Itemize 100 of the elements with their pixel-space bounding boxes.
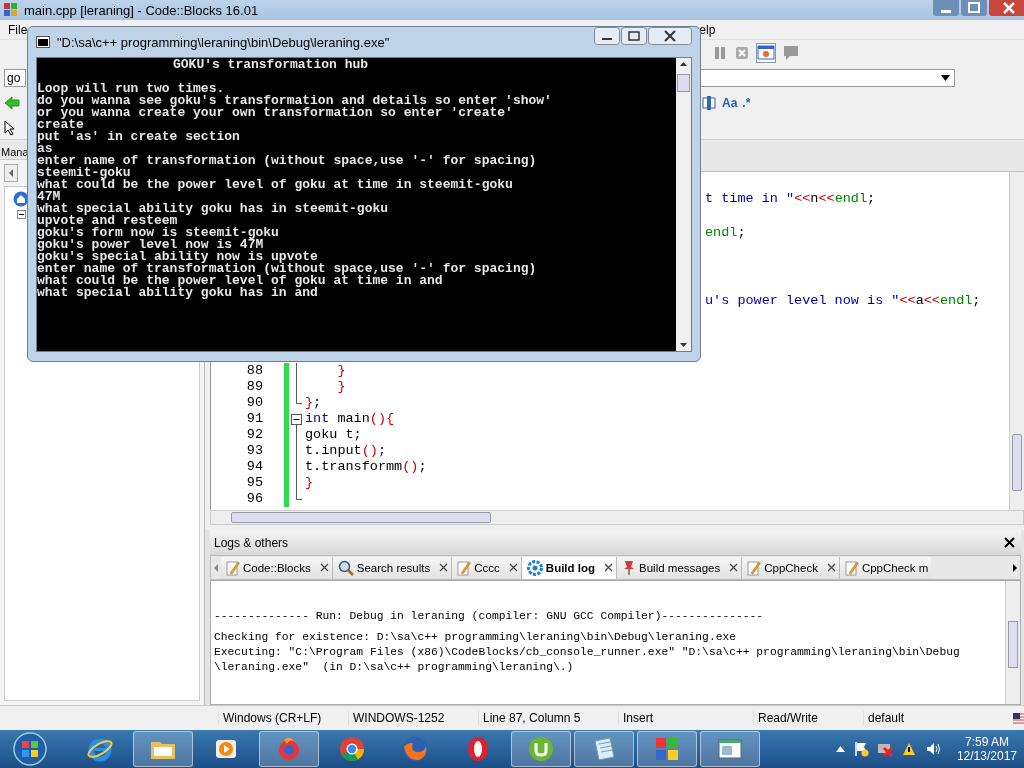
- combo-box[interactable]: go: [4, 68, 26, 87]
- vertical-scrollbar[interactable]: [676, 58, 691, 351]
- close-icon[interactable]: [319, 563, 329, 572]
- console-line: what special ability goku has in and: [37, 287, 318, 299]
- close-icon[interactable]: [826, 563, 836, 572]
- taskbar-button[interactable]: [511, 731, 571, 767]
- code-line: int main(){: [305, 411, 395, 427]
- console-line: or you wanna create your own transformation so enter 'create': [37, 107, 514, 119]
- console-line: goku's form now is steemit-goku: [37, 227, 280, 239]
- vertical-scrollbar[interactable]: [1005, 581, 1020, 704]
- taskbar-button[interactable]: [700, 731, 760, 767]
- scroll-left-icon[interactable]: [4, 164, 18, 182]
- log-tab[interactable]: CppCheck: [742, 556, 840, 579]
- vertical-scrollbar[interactable]: [1009, 172, 1024, 510]
- code-line: u's power level now is "<<a<<endl;: [705, 292, 982, 309]
- show-hidden-icons-icon[interactable]: [835, 746, 845, 752]
- flag-icon: [1013, 712, 1024, 724]
- console-line: create: [37, 119, 84, 131]
- code-line: }: [336, 363, 346, 379]
- scrollbar-thumb[interactable]: [1008, 621, 1018, 668]
- debug-window-icon[interactable]: [756, 42, 776, 63]
- taskbar-button[interactable]: [637, 731, 697, 767]
- code-line: };: [305, 395, 322, 411]
- console-line: upvote and resteem: [37, 215, 178, 227]
- console-line: what could be the power level of goku at time in steemit-goku: [37, 179, 514, 191]
- console-line: do you wanna see goku's transformation and details so enter 'show': [37, 95, 553, 107]
- collapse-icon[interactable]: [17, 210, 26, 219]
- taskbar-button[interactable]: [574, 731, 634, 767]
- pencil-icon: [457, 559, 472, 576]
- close-icon[interactable]: [648, 27, 692, 45]
- console-heading: GOKU's transformation hub: [172, 59, 370, 71]
- log-tab[interactable]: Cccc: [452, 556, 522, 579]
- log-tab[interactable]: Code::Blocks: [221, 556, 333, 579]
- horizontal-scrollbar[interactable]: [210, 510, 1024, 525]
- close-icon[interactable]: [439, 563, 449, 572]
- start-button[interactable]: [10, 731, 50, 767]
- clock-date: 12/13/2017: [956, 749, 1017, 763]
- close-icon[interactable]: [729, 563, 739, 572]
- menu-item[interactable]: File: [8, 22, 28, 37]
- log-tab[interactable]: Search results: [332, 556, 453, 579]
- search-icon: [337, 559, 354, 576]
- fox-globe-icon: [401, 735, 429, 763]
- minimize-icon[interactable]: [594, 27, 620, 45]
- console-line: enter name of transformation (without space,use '-' for spacing): [37, 263, 538, 275]
- log-line: \leraning.exe" (in D:\sa\c++ programming\leraning\.): [214, 660, 575, 675]
- workspace-icon[interactable]: [13, 191, 29, 207]
- console-icon: [36, 36, 50, 48]
- log-line: Checking for existence: D:\sa\c++ programming\leraning\bin\Debug\leraning.exe: [214, 630, 737, 645]
- code-line: endl;: [705, 224, 747, 241]
- console-line: as: [37, 143, 53, 155]
- search-option-button[interactable]: Aa: [722, 95, 738, 110]
- console-line: put 'as' in create section: [37, 131, 241, 143]
- close-icon[interactable]: [604, 563, 614, 572]
- cursor-icon[interactable]: [4, 119, 16, 136]
- close-icon[interactable]: [508, 563, 518, 572]
- clock-time: 7:59 AM: [964, 735, 1009, 749]
- code-line: goku t;: [305, 427, 362, 443]
- gear-icon: [526, 559, 543, 576]
- scrollbar-thumb[interactable]: [1012, 434, 1022, 491]
- status-field: Line 87, Column 5: [478, 711, 618, 725]
- chrome-icon: [338, 735, 366, 763]
- clock[interactable]: 7:59 AM 12/13/2017: [956, 735, 1017, 763]
- console-line: what could be the power level of goku at time in and: [37, 275, 444, 287]
- scrollbar-thumb[interactable]: [677, 74, 690, 92]
- back-arrow-icon[interactable]: [4, 95, 20, 110]
- console-line: 47M: [37, 191, 61, 203]
- console-line: goku's special ability now is upvote: [37, 251, 318, 263]
- code-line: t.transformm();: [305, 459, 427, 475]
- code-line: }: [305, 475, 314, 491]
- highlight-icon[interactable]: [701, 94, 717, 111]
- pencil-icon: [747, 559, 762, 576]
- flag-icon[interactable]: [852, 741, 869, 757]
- console-line: Loop will run two times.: [37, 83, 225, 95]
- close-icon[interactable]: [1004, 537, 1015, 548]
- code-line: t.input();: [305, 443, 387, 459]
- status-field: Read/Write: [753, 711, 863, 725]
- panel-title: Logs & others: [214, 535, 289, 550]
- console-line: goku's power level now is 47M: [37, 239, 264, 251]
- window-title: "D:\sa\c++ programming\leraning\bin\Debug\leraning.exe": [57, 34, 390, 50]
- log-tab[interactable]: CppCheck m: [839, 556, 932, 579]
- taskbar-button[interactable]: [133, 731, 193, 767]
- menu-item[interactable]: elp: [699, 22, 716, 37]
- fold-icon[interactable]: [291, 411, 302, 428]
- log-tab[interactable]: Build log: [521, 556, 618, 579]
- scrollbar-thumb[interactable]: [231, 512, 491, 523]
- window-title: main.cpp [leraning] - Code::Blocks 16.01: [24, 2, 259, 18]
- maximize-icon[interactable]: [961, 0, 987, 16]
- app-icon: [4, 3, 18, 17]
- speaker-icon[interactable]: [924, 741, 941, 757]
- status-field: Insert: [618, 711, 753, 725]
- maximize-icon[interactable]: [621, 27, 647, 45]
- pencil-icon: [844, 559, 859, 576]
- colored-squares-icon: [653, 735, 681, 763]
- torrent-icon: [527, 735, 555, 763]
- log-tab[interactable]: Build messages: [617, 556, 743, 579]
- dropdown-field[interactable]: [700, 68, 955, 87]
- console-line: what special ability goku has in steemit-goku: [37, 203, 390, 215]
- search-option-button[interactable]: .*: [742, 95, 751, 110]
- log-line: -------------- Run: Debug in leraning (compiler: GNU GCC Compiler)---------------: [214, 609, 765, 624]
- network-error-icon[interactable]: [876, 741, 893, 757]
